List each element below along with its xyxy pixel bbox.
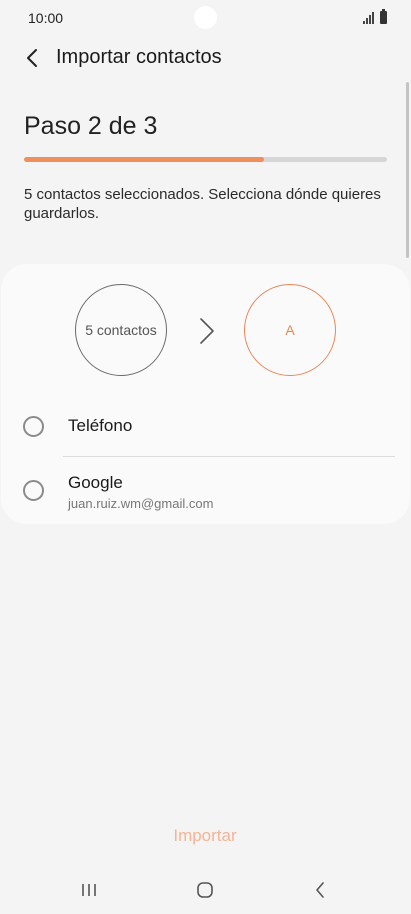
radio-telefono[interactable] [23,416,44,437]
chevron-left-icon [27,49,37,67]
import-button[interactable]: Importar [130,826,280,852]
option-label: Google [68,473,123,492]
recents-button[interactable] [69,878,109,902]
divider [63,456,395,457]
option-label: Teléfono [68,416,133,435]
battery-icon [380,9,387,24]
status-icons [363,9,387,24]
option-account: juan.ruiz.wm@gmail.com [68,496,214,511]
option-telefono[interactable]: Teléfono [1,394,410,454]
back-icon [316,882,324,898]
camera-cutout [194,6,217,29]
back-button[interactable] [18,44,46,72]
navigation-bar [0,868,411,914]
target-label: A [285,322,295,338]
scrollbar[interactable] [406,82,409,258]
radio-google[interactable] [23,480,44,501]
recents-icon [82,884,96,896]
app-bar: Importar contactos [0,38,411,78]
page-title: Importar contactos [56,46,222,68]
progress-bar [24,157,387,162]
home-button[interactable] [185,878,225,902]
home-icon [197,882,213,898]
step-title: Paso 2 de 3 [24,112,158,140]
target-circle: A [244,284,336,376]
status-time: 10:00 [28,10,64,26]
option-google[interactable]: Google juan.ruiz.wm@gmail.com [1,458,410,520]
status-bar: 10:00 [0,0,411,36]
destination-card: 5 contactos A Teléfono Google juan.ruiz.… [1,264,410,524]
signal-icon [363,12,374,24]
source-circle: 5 contactos [75,284,167,376]
chevron-right-icon [200,318,214,344]
description-text: 5 contactos seleccionados. Selecciona dó… [24,186,381,222]
source-label: 5 contactos [85,322,157,338]
progress-fill [24,157,264,162]
nav-back-button[interactable] [300,878,340,902]
